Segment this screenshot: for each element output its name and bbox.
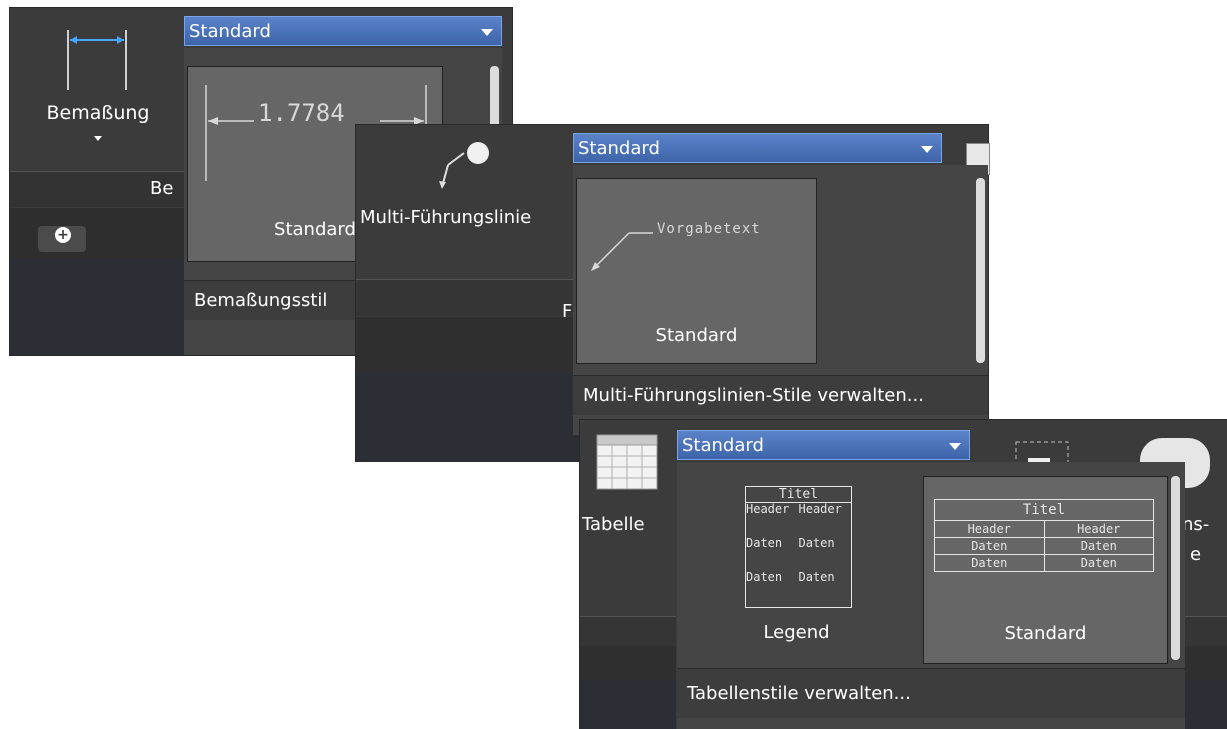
style-tile-label: Legend [763,622,830,643]
chevron-down-icon [481,29,493,36]
legend-header-row: Header Header [746,503,851,537]
panel-title: Be [150,178,174,199]
drawing-area [10,258,186,355]
legend-cell: Daten [746,537,783,550]
multileader-panel: Multi-Führungslinie F Standard Vorgabete… [356,125,990,461]
style-tile-standard[interactable]: Titel Header Header Daten Daten Daten Da… [923,476,1168,664]
legend-cell: Daten [798,571,835,584]
dropdown-value: Standard [189,21,271,42]
chevron-down-icon [921,146,933,153]
drawing-area [580,680,676,729]
multileader-style-dropdown[interactable]: Standard [573,133,942,163]
standard-cell: Header [1043,520,1154,538]
ribbon-tab-strip [580,646,676,680]
dimension-tool-button[interactable]: Bemaßung [10,8,180,173]
dimension-style-dropdown[interactable]: Standard [184,16,502,46]
multileader-tool-button[interactable]: Multi-Führungslinie [356,125,568,275]
table-tool-button[interactable]: Tabelle [580,420,676,570]
leader-preview-text: Vorgabetext [657,221,761,237]
manage-multileader-styles-link[interactable]: Multi-Führungslinien-Stile verwalten... [573,375,988,415]
table-icon [596,434,658,490]
dropdown-value: Standard [682,435,764,456]
table-style-dropdown[interactable]: Standard [677,430,970,460]
standard-title: Titel [934,499,1154,521]
ribbon-tab-strip: + [10,208,186,258]
list-scrollbar[interactable] [976,178,985,363]
plus-icon: + [55,227,71,243]
style-tile-legend[interactable]: Titel Header Header Daten Daten Daten Da… [680,476,913,665]
dimension-tool-label: Bemaßung [46,102,150,124]
legend-table-preview: Titel Header Header Daten Daten Daten Da… [745,486,852,608]
dimension-preview-value: 1.7784 [258,99,345,127]
list-scrollbar[interactable] [1171,476,1180,660]
multileader-tool-label: Multi-Führungslinie [360,207,532,228]
add-tab-button[interactable]: + [38,226,86,252]
standard-cell: Daten [934,554,1045,572]
revision-label-line1: ns- [1182,514,1210,535]
legend-cell: Header [746,503,790,516]
leader-preview [591,232,653,271]
style-tile-label: Standard [1004,623,1087,644]
dimension-icon [67,30,127,90]
table-style-list: Titel Header Header Daten Daten Daten Da… [677,462,1185,729]
standard-table-preview: Titel Header Header Daten Daten Daten Da… [934,499,1154,572]
manage-table-styles-link[interactable]: Tabellenstile verwalten... [677,668,1185,718]
multileader-style-list: Vorgabetext Standard Multi-Führungslinie… [573,165,988,435]
legend-cell: Daten [798,537,835,550]
style-tile-label: Standard [655,325,738,346]
standard-cell: Header [934,520,1045,538]
legend-data-row: Daten Daten [746,571,851,605]
legend-title: Titel [746,487,851,503]
multileader-icon [439,142,489,189]
dropdown-value: Standard [578,138,660,159]
table-tool-label: Tabelle [582,514,645,535]
standard-cell: Daten [1043,537,1154,555]
chevron-down-icon [949,443,961,450]
legend-cell: Daten [746,571,783,584]
standard-cell: Daten [934,537,1045,555]
revision-label-line2: e [1190,544,1202,565]
legend-data-row: Daten Daten [746,537,851,571]
chevron-down-icon[interactable] [94,136,102,141]
legend-cell: Header [798,503,842,516]
panel-title-bar[interactable] [580,616,676,647]
table-panel: Tabelle ns- e Standard Titel Header Head… [580,420,1227,729]
style-tile-standard[interactable]: Vorgabetext Standard [576,178,817,364]
standard-cell: Daten [1043,554,1154,572]
